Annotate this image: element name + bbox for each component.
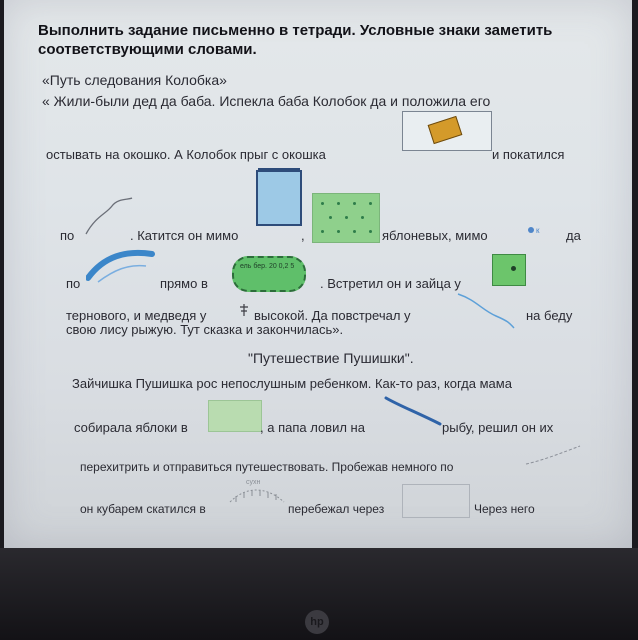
bush-symbol (492, 254, 526, 286)
ravine-icon: сухн (229, 479, 285, 503)
story2-line3: перехитрить и отправиться путешествовать… (80, 460, 454, 474)
forest-sign-text: ель бер. 20 0,2 5 (240, 263, 295, 270)
story1-line3b: . Катится он мимо (130, 228, 239, 243)
story1-line2b: и покатился (492, 147, 565, 162)
story2-line1: Зайчишка Пушишка рос непослушным ребенко… (72, 376, 512, 391)
pine-icon (240, 304, 248, 316)
story1-line2a: остывать на окошко. А Колобок прыг с око… (46, 147, 326, 162)
river-2-icon (384, 396, 442, 426)
story1-line4c: . Встретил он и зайца у (320, 276, 461, 291)
stream-line-icon (457, 293, 515, 329)
task-heading-line1: Выполнить задание письменно в тетради. У… (38, 22, 553, 39)
story2-line2c: рыбу, решил он их (442, 420, 554, 435)
orchard-symbol (312, 193, 380, 243)
road-box-symbol (402, 484, 470, 518)
story1-line1: « Жили-были дед да баба. Испекла баба Ко… (42, 93, 491, 109)
task-heading-line2: соответствующими словами. (38, 41, 257, 58)
story1-title: «Путь следования Колобка» (42, 72, 227, 88)
story1-line5a: тернового, и медведя у (66, 308, 207, 323)
orchard-small-symbol (208, 400, 262, 432)
forest-symbol: ель бер. 20 0,2 5 (232, 256, 306, 292)
story1-line4a: по (66, 276, 81, 291)
story1-line3d: яблоневых, мимо (382, 228, 488, 243)
story2-line2b: , а папа ловил на (260, 420, 365, 435)
ravine-label: сухн (246, 479, 261, 486)
story1-line3e: да (566, 228, 581, 243)
story1-line5b: высокой. Да повстречал у (254, 308, 411, 323)
path-road-icon (85, 197, 133, 235)
svg-text:к: к (536, 226, 540, 235)
house-window-symbol (402, 111, 492, 151)
meadow-box-symbol (256, 168, 302, 226)
story1-line4b: прямо в (160, 276, 208, 291)
story2-line4c: Через него (474, 502, 535, 516)
story2-line2a: собирала яблоки в (74, 420, 188, 435)
river-icon (86, 249, 155, 283)
roof-icon (427, 115, 463, 145)
story2-line4a: он кубарем скатился в (80, 502, 206, 516)
path-dashed-icon (525, 445, 581, 465)
story1-line3a: по (60, 228, 75, 243)
story2-title: "Путешествие Пушишки". (248, 350, 414, 366)
story2-line4b: перебежал через (288, 502, 385, 516)
laptop-screen: Выполнить задание письменно в тетради. У… (4, 0, 632, 548)
story1-line3c: , (301, 228, 305, 243)
story1-line5c: на беду (526, 308, 573, 323)
spring-icon: к (528, 226, 540, 235)
story1-line6: свою лису рыжую. Тут сказка и закончилас… (66, 322, 344, 337)
hp-logo-icon: hp (305, 610, 329, 634)
